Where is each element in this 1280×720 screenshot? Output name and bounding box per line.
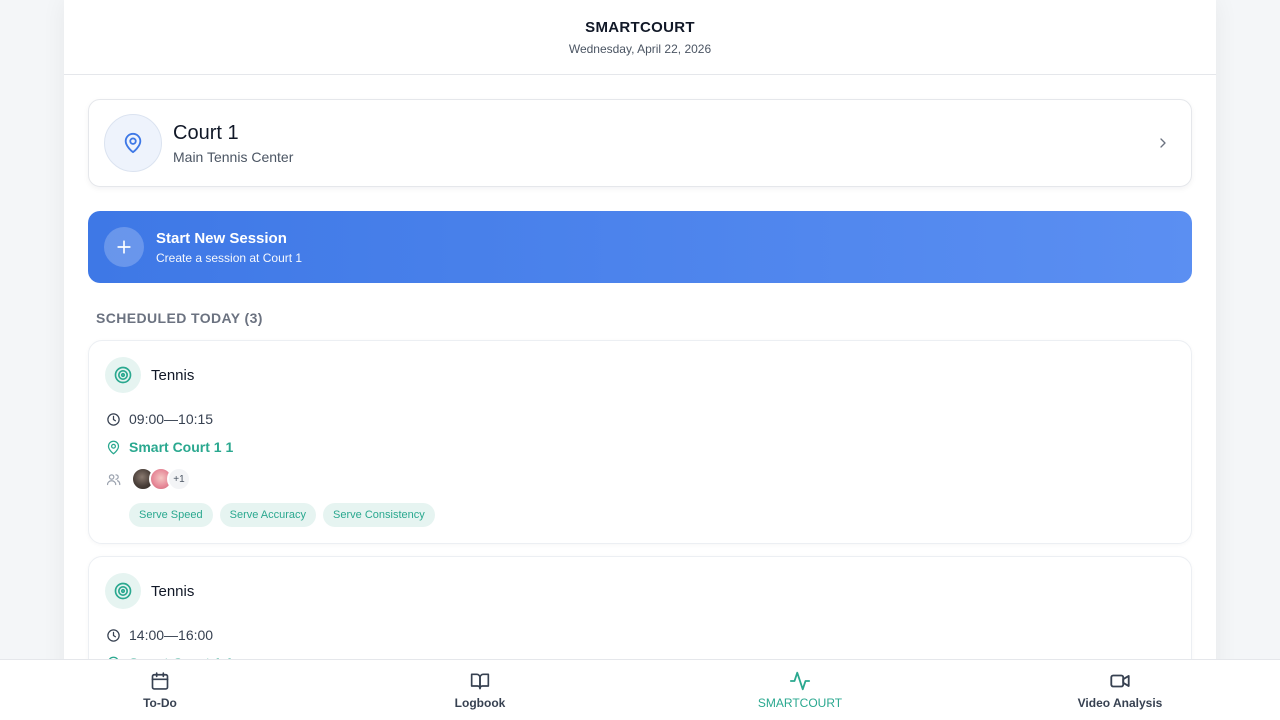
start-session-subtitle: Create a session at Court 1	[156, 250, 303, 265]
header: SMARTCOURT Wednesday, April 22, 2026	[64, 0, 1216, 75]
tag: Serve Speed	[129, 503, 213, 527]
clock-icon	[105, 627, 121, 643]
session-sport: Tennis	[151, 366, 195, 384]
session-time-row: 09:00—10:15	[105, 411, 1175, 427]
nav-label-video-analysis: Video Analysis	[1077, 696, 1163, 710]
tag: Serve Consistency	[323, 503, 435, 527]
session-time: 09:00—10:15	[129, 411, 214, 427]
court-name: Court 1	[173, 121, 239, 144]
start-session-title: Start New Session	[156, 229, 287, 247]
start-new-session-button[interactable]: Start New Session Create a session at Co…	[88, 211, 1192, 283]
nav-item-video-analysis[interactable]: Video Analysis	[960, 660, 1280, 720]
current-date: Wednesday, April 22, 2026	[568, 41, 712, 56]
court-selector-card[interactable]: Court 1 Main Tennis Center	[88, 99, 1192, 187]
app-title: SMARTCOURT	[585, 18, 695, 36]
clock-icon	[105, 411, 121, 427]
nav-label-logbook: Logbook	[454, 696, 506, 710]
plus-icon	[104, 227, 144, 267]
session-time: 14:00—16:00	[129, 627, 214, 643]
map-pin-icon	[124, 132, 142, 154]
participant-avatars[interactable]: +1	[131, 467, 191, 491]
court-info: Court 1 Main Tennis Center	[173, 122, 1151, 165]
nav-label-smartcourt: SMARTCOURT	[757, 696, 843, 710]
app-container: SMARTCOURT Wednesday, April 22, 2026 Cou…	[64, 0, 1216, 720]
court-location: Main Tennis Center	[173, 148, 294, 165]
session-location[interactable]: Smart Court 1 1	[129, 439, 233, 455]
session-tags: Serve Speed Serve Accuracy Serve Consist…	[129, 503, 1175, 527]
session-header: Tennis	[105, 357, 1175, 393]
session-location-row: Smart Court 1 1	[105, 439, 1175, 455]
session-time-row: 14:00—16:00	[105, 627, 1175, 643]
target-icon	[105, 357, 141, 393]
session-card[interactable]: Tennis 09:00—10:15 Smart Court 1 1 +1 Se…	[88, 340, 1192, 544]
book-open-icon	[469, 670, 491, 692]
video-icon	[1109, 670, 1131, 692]
nav-label-todo: To-Do	[143, 696, 177, 710]
activity-icon	[789, 670, 811, 692]
court-icon-badge	[104, 114, 162, 172]
more-participants-badge: +1	[167, 467, 191, 491]
map-pin-icon	[105, 439, 121, 455]
target-icon	[105, 573, 141, 609]
session-participants-row: +1	[105, 467, 1175, 491]
session-sport: Tennis	[151, 582, 195, 600]
session-header: Tennis	[105, 573, 1175, 609]
scheduled-section-title: SCHEDULED TODAY (3)	[96, 310, 263, 326]
nav-item-logbook[interactable]: Logbook	[320, 660, 640, 720]
chevron-right-icon[interactable]	[1151, 131, 1175, 155]
nav-item-todo[interactable]: To-Do	[0, 660, 320, 720]
users-icon	[105, 471, 121, 487]
calendar-icon	[149, 670, 171, 692]
bottom-navigation: To-Do Logbook SMARTCOURT Video Analysis	[0, 659, 1280, 720]
start-session-text: Start New Session Create a session at Co…	[156, 230, 302, 265]
main-content: Court 1 Main Tennis Center Start New Ses…	[64, 75, 1216, 688]
nav-item-smartcourt[interactable]: SMARTCOURT	[640, 660, 960, 720]
tag: Serve Accuracy	[219, 503, 317, 527]
